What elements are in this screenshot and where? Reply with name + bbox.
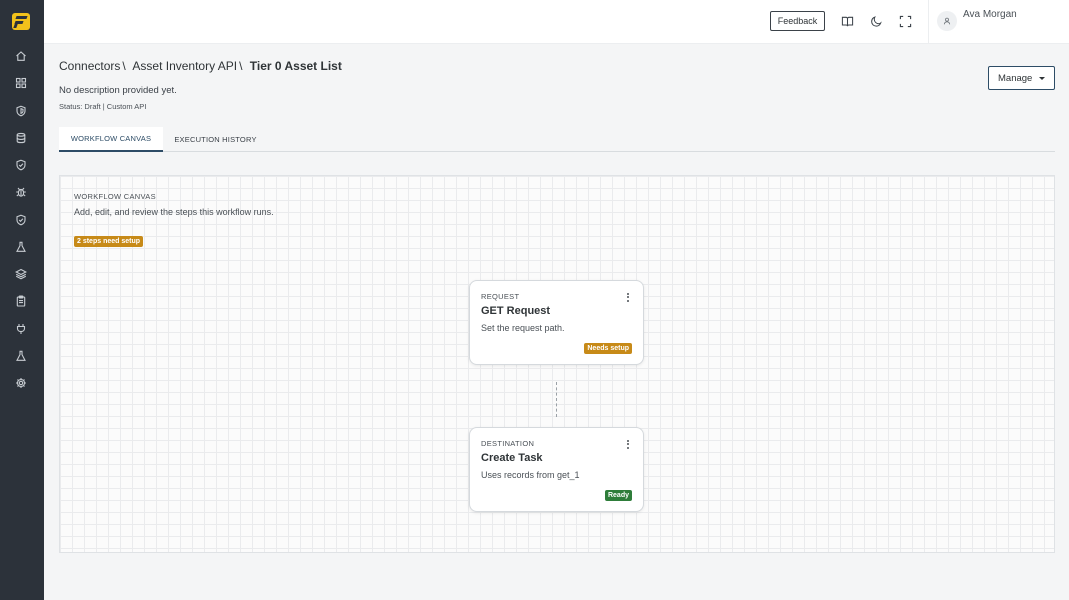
home-icon[interactable] xyxy=(12,47,30,65)
breadcrumb-connectors[interactable]: Connectors xyxy=(59,59,120,73)
workflow-node-destination[interactable]: DESTINATION Create Task Uses records fro… xyxy=(469,427,644,512)
tab-workflow-canvas[interactable]: WORKFLOW CANVAS xyxy=(59,127,163,152)
node-title: Create Task xyxy=(481,452,543,464)
breadcrumb-separator: \ xyxy=(122,59,126,73)
flask-icon[interactable] xyxy=(12,238,30,256)
avatar[interactable] xyxy=(937,11,957,31)
node-description: Uses records from get_1 xyxy=(481,470,580,480)
canvas-title: WORKFLOW CANVAS xyxy=(74,192,156,201)
node-title: GET Request xyxy=(481,305,551,317)
manage-label: Manage xyxy=(998,72,1033,84)
tab-bar: WORKFLOW CANVAS EXECUTION HISTORY xyxy=(59,127,1055,152)
page-title: Tier 0 Asset List xyxy=(249,59,342,73)
clipboard-icon[interactable] xyxy=(12,292,30,310)
grid-icon[interactable] xyxy=(12,74,30,92)
feedback-button[interactable]: Feedback xyxy=(770,11,825,31)
manage-button[interactable]: Manage xyxy=(988,66,1055,90)
layers-icon[interactable] xyxy=(12,265,30,283)
flask-icon[interactable] xyxy=(12,347,30,365)
tab-execution-history[interactable]: EXECUTION HISTORY xyxy=(163,127,268,152)
node-status-badge: Needs setup xyxy=(584,343,632,354)
app-logo[interactable] xyxy=(12,13,30,30)
user-menu[interactable]: Ava Morgan xyxy=(928,0,1069,44)
moon-icon[interactable] xyxy=(868,13,884,29)
more-vertical-icon[interactable] xyxy=(624,291,632,303)
shield-check-icon[interactable] xyxy=(12,211,30,229)
node-connector xyxy=(556,382,557,417)
breadcrumb: Connectors \ Asset Inventory API \ Tier 0 … xyxy=(59,59,342,73)
caret-down-icon xyxy=(1039,77,1045,80)
book-icon[interactable] xyxy=(839,13,855,29)
status-line: Status: Draft | Custom API xyxy=(59,102,147,111)
top-bar: Feedback Ava Morgan xyxy=(44,0,1069,44)
shield-check-icon[interactable] xyxy=(12,156,30,174)
node-status-badge: Ready xyxy=(604,490,632,501)
canvas-subtitle: Add, edit, and review the steps this wor… xyxy=(74,207,274,217)
node-description: Set the request path. xyxy=(481,323,565,333)
database-icon[interactable] xyxy=(12,129,30,147)
bug-icon[interactable] xyxy=(12,183,30,201)
workflow-node-request[interactable]: REQUEST GET Request Set the request path… xyxy=(469,280,644,365)
settings-icon[interactable] xyxy=(12,374,30,392)
fullscreen-icon[interactable] xyxy=(897,13,913,29)
user-name: Ava Morgan xyxy=(963,9,1017,20)
setup-status-badge: 2 steps need setup xyxy=(74,236,144,247)
plug-icon[interactable] xyxy=(12,320,30,338)
sidebar xyxy=(0,0,44,600)
node-type: REQUEST xyxy=(481,292,520,301)
page-description: No description provided yet. xyxy=(59,85,177,96)
node-type: DESTINATION xyxy=(481,439,535,448)
breadcrumb-asset-inventory-api[interactable]: Asset Inventory API xyxy=(132,59,237,73)
shield-icon[interactable] xyxy=(12,102,30,120)
more-vertical-icon[interactable] xyxy=(624,438,632,450)
breadcrumb-separator: \ xyxy=(239,59,243,73)
